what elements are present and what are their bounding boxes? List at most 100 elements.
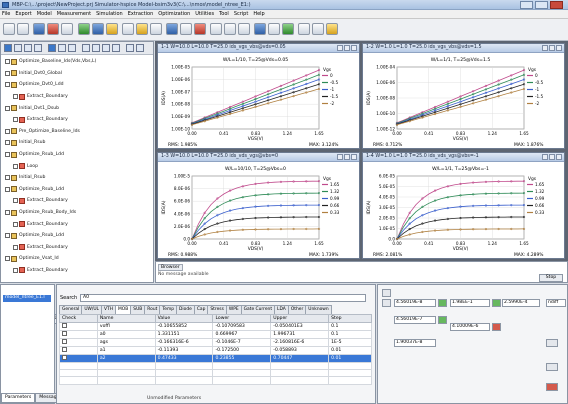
tree-node[interactable]: Extract_Boundary xyxy=(5,114,153,126)
checkbox[interactable] xyxy=(5,70,10,76)
close-button[interactable] xyxy=(550,1,563,9)
menu-help[interactable]: Help xyxy=(253,11,264,17)
layout-4-icon[interactable] xyxy=(238,23,250,35)
column-header[interactable]: Name xyxy=(96,314,156,323)
checkbox[interactable] xyxy=(5,233,10,239)
checkbox[interactable] xyxy=(5,105,10,111)
checkbox[interactable] xyxy=(5,140,10,146)
cell-upper[interactable]: 0.70447 xyxy=(270,354,330,363)
new-project-icon[interactable] xyxy=(33,23,45,35)
tree-node[interactable]: Optimize_Baseline_Ids(Vds,Vbs,L) xyxy=(5,56,153,68)
up-icon[interactable] xyxy=(102,44,110,52)
tree-node[interactable]: Initial_Dvt1_Dsub xyxy=(5,102,153,114)
back-icon[interactable] xyxy=(3,23,15,35)
checkbox[interactable] xyxy=(62,339,67,344)
stop-icon[interactable] xyxy=(194,23,206,35)
script-icon[interactable] xyxy=(326,23,338,35)
tree-node[interactable]: Extract_Boundary xyxy=(5,218,153,230)
rewind-icon[interactable] xyxy=(58,44,66,52)
cell-upper[interactable]: -0.058893 xyxy=(270,346,330,355)
tab-param-other[interactable]: Other xyxy=(287,305,307,314)
down-icon[interactable] xyxy=(382,299,391,307)
layout-1-icon[interactable] xyxy=(210,23,222,35)
cell-step[interactable]: 0.01 xyxy=(328,354,372,363)
maximize-icon[interactable] xyxy=(549,45,555,51)
cell-lower[interactable]: -0.172500 xyxy=(212,346,272,355)
tile-icon[interactable] xyxy=(254,23,266,35)
checkbox[interactable] xyxy=(5,186,10,192)
layout-2-icon[interactable] xyxy=(224,23,236,35)
checkbox[interactable] xyxy=(5,210,10,216)
tree-node[interactable]: Extract_Boundary xyxy=(5,242,153,254)
minimize-icon[interactable] xyxy=(542,45,548,51)
menu-export[interactable]: Export xyxy=(15,11,31,17)
increase-icon[interactable] xyxy=(438,316,447,324)
cell-upper[interactable]: -0.050401E3 xyxy=(270,322,330,331)
delete-icon[interactable] xyxy=(92,44,100,52)
tab-param-unknown[interactable]: Unknown xyxy=(305,305,332,314)
play-icon[interactable] xyxy=(4,44,12,52)
settings-icon[interactable] xyxy=(298,23,310,35)
tab-param-stress[interactable]: Stress xyxy=(207,305,227,314)
maximize-icon[interactable] xyxy=(344,154,350,160)
tree-node[interactable]: Extract_Boundary xyxy=(5,265,153,277)
table-row[interactable]: a0 1.331151 0.669967 1.996731 0.1 xyxy=(59,330,372,339)
plot-window-2[interactable]: 1-2 W=1.0 L=1.0 T=25.0 ids_vgs_vbs@vds=1… xyxy=(362,43,565,149)
tree-node[interactable]: Optimize_Rsub_Ldd xyxy=(5,184,153,196)
param-field-3[interactable]: 2.5990E-4 xyxy=(502,299,540,307)
checkbox[interactable] xyxy=(5,82,10,88)
tree-node[interactable]: Optimize_Vsat_Id xyxy=(5,253,153,265)
extract-icon[interactable] xyxy=(136,23,148,35)
cell-upper[interactable]: 1.996731 xyxy=(270,330,330,339)
grid-icon[interactable] xyxy=(180,23,192,35)
menu-file[interactable]: File xyxy=(2,11,10,17)
cell-name[interactable]: a1 xyxy=(96,346,156,355)
plot-window-4[interactable]: 1-4 W=1.0 L=1.0 T=25.0 ids_vds_vgs@vbs=-… xyxy=(362,152,565,259)
param-name-field[interactable]: ndiff xyxy=(546,299,566,307)
tree-node[interactable]: Optimize_Dvt0_Ldd xyxy=(5,79,153,91)
menu-simulation[interactable]: Simulation xyxy=(96,11,123,17)
tree-node[interactable]: Initial_Rsub xyxy=(5,172,153,184)
plot-window-1[interactable]: 1-1 W=10.0 L=10.0 T=25.0 ids_vgs_vbs@vds… xyxy=(157,43,360,149)
tab-param-lda[interactable]: LDA xyxy=(274,305,289,314)
check-cell[interactable] xyxy=(59,338,98,347)
close-icon[interactable] xyxy=(556,154,562,160)
column-header[interactable]: Upper xyxy=(270,314,330,323)
globe-icon[interactable] xyxy=(122,23,134,35)
minimize-icon[interactable] xyxy=(542,154,548,160)
checkbox[interactable] xyxy=(13,244,18,250)
cell-lower[interactable]: -0.10709583 xyxy=(212,322,272,331)
tab-parameters[interactable]: Parameters xyxy=(1,393,36,403)
add-icon[interactable] xyxy=(82,44,90,52)
check-cell[interactable] xyxy=(59,322,98,331)
checkbox[interactable] xyxy=(13,221,18,227)
down-icon[interactable] xyxy=(112,44,120,52)
column-header[interactable]: Lower xyxy=(212,314,272,323)
cell-name[interactable]: voffl xyxy=(96,322,156,331)
menu-script[interactable]: Script xyxy=(234,11,249,17)
checkbox[interactable] xyxy=(13,163,18,169)
plot-icon[interactable] xyxy=(166,23,178,35)
checkbox[interactable] xyxy=(62,355,67,360)
checkbox[interactable] xyxy=(13,267,18,273)
forward-icon[interactable] xyxy=(17,23,29,35)
tree-node[interactable]: Optimize_Rsub_Ldd xyxy=(5,149,153,161)
param-field-2[interactable]: 1.98EE-1 xyxy=(450,299,490,307)
tab-param-vth[interactable]: VTH xyxy=(101,305,117,314)
cell-value[interactable]: -0.11393 xyxy=(154,346,214,355)
zoom-icon[interactable] xyxy=(150,23,162,35)
tab-param-uw-ul[interactable]: UW/UL xyxy=(81,305,103,314)
minimize-button[interactable] xyxy=(520,1,533,9)
tree-node[interactable]: Initial_Dvt0_Global xyxy=(5,68,153,80)
maximize-button[interactable] xyxy=(535,1,548,9)
check-cell[interactable] xyxy=(59,330,98,339)
increase-icon[interactable] xyxy=(492,299,501,307)
cell-value[interactable]: 1.331151 xyxy=(154,330,214,339)
checkbox[interactable] xyxy=(13,198,18,204)
search-input[interactable]: A0 xyxy=(80,294,366,302)
info-icon[interactable] xyxy=(126,44,134,52)
param-field-5[interactable]: 4.10009E-6 xyxy=(450,323,490,331)
plot-window-3[interactable]: 1-3 W=10.0 L=10.0 T=25.0 ids_vds_vgs@vbs… xyxy=(157,152,360,259)
apply-icon[interactable] xyxy=(546,339,558,347)
help-icon[interactable] xyxy=(136,44,144,52)
